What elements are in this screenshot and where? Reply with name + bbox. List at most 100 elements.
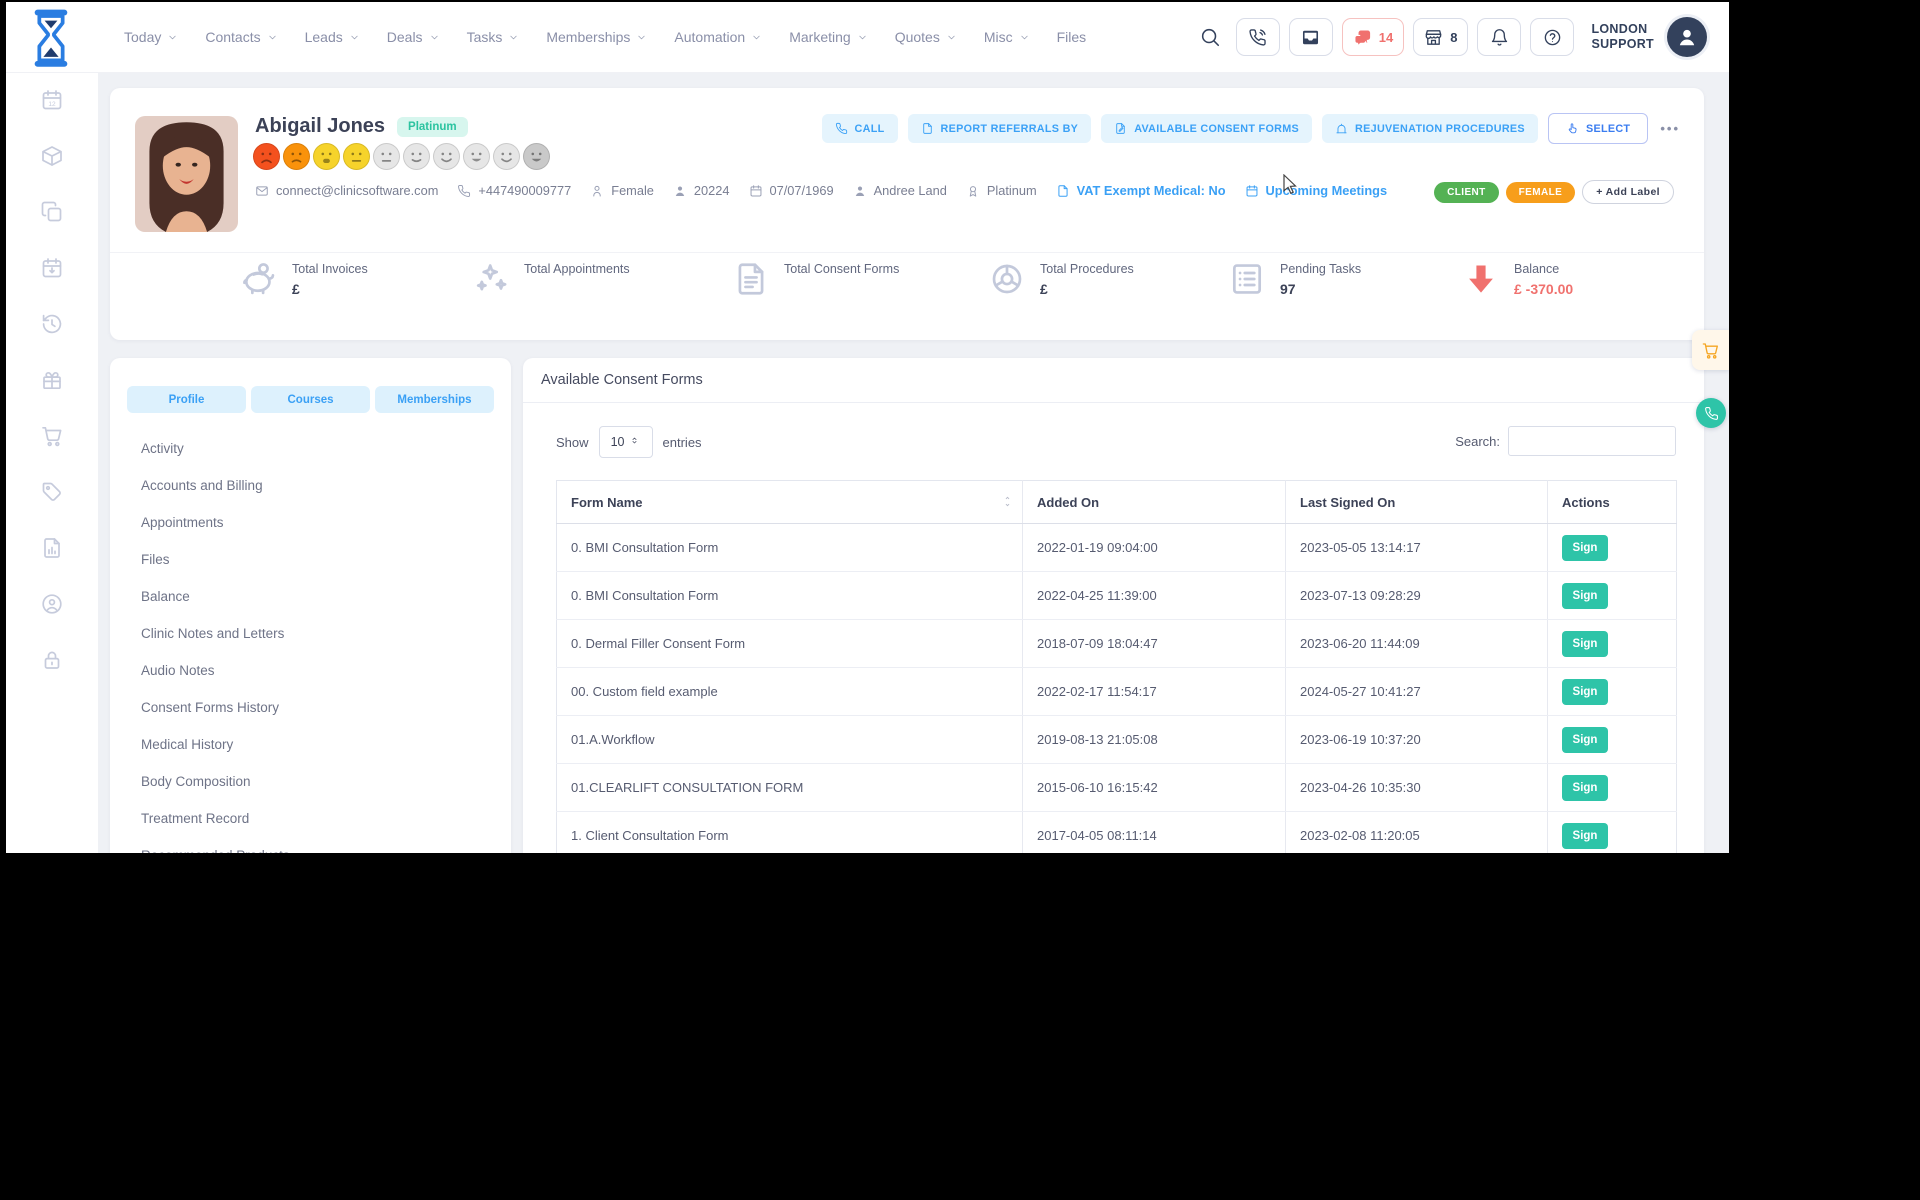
sidebar-cube[interactable]: [6, 128, 98, 184]
cell-form-name: 0. BMI Consultation Form: [556, 571, 1023, 620]
sidebar-tag[interactable]: [6, 464, 98, 520]
tab-profile[interactable]: Profile: [127, 386, 246, 413]
rating-face-4-icon[interactable]: [343, 143, 370, 170]
sidebar-copy[interactable]: [6, 184, 98, 240]
nav-item-leads[interactable]: Leads: [305, 29, 360, 45]
rejuvenation-procedures-button[interactable]: REJUVENATION PROCEDURES: [1322, 114, 1538, 143]
rating-face-8-icon[interactable]: [463, 143, 490, 170]
sidebar-calendar-12[interactable]: 12: [6, 72, 98, 128]
menu-item-accounts-and-billing[interactable]: Accounts and Billing: [141, 475, 290, 497]
menu-item-appointments[interactable]: Appointments: [141, 512, 290, 534]
nav-item-tasks[interactable]: Tasks: [467, 29, 520, 45]
sidebar-gift[interactable]: [6, 352, 98, 408]
chevron-down-icon: [636, 32, 647, 43]
rating-face-5-icon[interactable]: [373, 143, 400, 170]
sign-button[interactable]: Sign: [1562, 534, 1608, 561]
nav-item-misc[interactable]: Misc: [984, 29, 1030, 45]
cart-float-button[interactable]: [1692, 330, 1729, 370]
sign-button[interactable]: Sign: [1562, 582, 1608, 609]
arrow-down-icon: [1462, 260, 1500, 298]
column-header-added-on[interactable]: Added On: [1022, 480, 1286, 524]
piggy-icon: [240, 260, 278, 298]
calendar-in-icon: [40, 256, 64, 280]
nav-item-quotes[interactable]: Quotes: [895, 29, 957, 45]
entries-select[interactable]: 10: [598, 426, 653, 458]
add-label-button[interactable]: + Add Label: [1582, 180, 1674, 204]
menu-item-audio-notes[interactable]: Audio Notes: [141, 660, 290, 682]
rating-face-9-icon[interactable]: [493, 143, 520, 170]
menu-item-treatment-record[interactable]: Treatment Record: [141, 808, 290, 830]
menu-item-activity[interactable]: Activity: [141, 438, 290, 460]
sidebar-cart[interactable]: [6, 408, 98, 464]
nav-item-today[interactable]: Today: [124, 29, 178, 45]
nav-item-automation[interactable]: Automation: [674, 29, 762, 45]
clinicsoftware-logo-icon[interactable]: [30, 9, 72, 67]
contact-vat-exempt-medical-no[interactable]: VAT Exempt Medical: No: [1056, 183, 1226, 198]
sign-button[interactable]: Sign: [1562, 822, 1608, 849]
dialer-button[interactable]: [1235, 18, 1280, 56]
nav-item-marketing[interactable]: Marketing: [789, 29, 867, 45]
tab-courses[interactable]: Courses: [251, 386, 370, 413]
menu-item-recommended-products[interactable]: Recommended Products: [141, 845, 290, 853]
sign-button[interactable]: Sign: [1562, 678, 1608, 705]
table-row: 1. Client Consultation Form 2017-04-05 08…: [556, 811, 1677, 853]
nav-item-deals[interactable]: Deals: [387, 29, 440, 45]
menu-item-clinic-notes-and-letters[interactable]: Clinic Notes and Letters: [141, 623, 290, 645]
stat-label: Pending Tasks: [1280, 262, 1362, 276]
sidebar-calendar-in[interactable]: [6, 240, 98, 296]
topbar: Today Contacts Leads Deals Tasks Memberships A…: [6, 2, 1729, 73]
notifications-button[interactable]: [1477, 18, 1522, 56]
available-consent-forms-button[interactable]: AVAILABLE CONSENT FORMS: [1101, 114, 1313, 143]
sidebar-report[interactable]: [6, 520, 98, 576]
cube-icon: [40, 144, 64, 168]
nav-item-files[interactable]: Files: [1057, 29, 1087, 45]
rating-face-10-icon[interactable]: [523, 143, 550, 170]
sign-button[interactable]: Sign: [1562, 774, 1608, 801]
nav-item-memberships[interactable]: Memberships: [546, 29, 647, 45]
stat-label: Total Appointments: [524, 262, 630, 276]
select-button[interactable]: SELECT: [1547, 113, 1649, 144]
app-window: Today Contacts Leads Deals Tasks Memberships A…: [6, 2, 1729, 853]
gender-badge: FEMALE: [1505, 181, 1576, 203]
inbox-button[interactable]: [1288, 18, 1333, 56]
shop-button[interactable]: 8: [1413, 18, 1469, 56]
search-input[interactable]: [1508, 426, 1676, 456]
sign-button[interactable]: Sign: [1562, 630, 1608, 657]
sidebar-support[interactable]: [6, 576, 98, 632]
nav-label: Automation: [674, 29, 746, 45]
nav-label: Misc: [983, 29, 1013, 45]
rating-face-6-icon[interactable]: [403, 143, 430, 170]
menu-item-body-composition[interactable]: Body Composition: [141, 771, 290, 793]
search-icon[interactable]: [1199, 26, 1221, 48]
menu-item-medical-history[interactable]: Medical History: [141, 734, 290, 756]
report-referrals-by-button[interactable]: REPORT REFERRALS BY: [907, 114, 1092, 143]
sidebar-history[interactable]: [6, 296, 98, 352]
rating-face-7-icon[interactable]: [433, 143, 460, 170]
user-avatar[interactable]: [1667, 17, 1707, 57]
menu-item-files[interactable]: Files: [141, 549, 290, 571]
column-header-last-signed-on[interactable]: Last Signed On: [1285, 480, 1548, 524]
sidebar-lock[interactable]: [6, 632, 98, 688]
column-header-form-name[interactable]: Form Name: [556, 480, 1023, 524]
phone-icon: [835, 122, 848, 135]
call-button[interactable]: CALL: [821, 114, 898, 143]
nav-item-contacts[interactable]: Contacts: [205, 29, 277, 45]
messages-button[interactable]: 14: [1341, 18, 1405, 56]
client-labels: CLIENT FEMALE + Add Label: [1434, 180, 1674, 204]
tab-memberships[interactable]: Memberships: [375, 386, 494, 413]
history-icon: [40, 312, 64, 336]
messages-count: 14: [1378, 29, 1394, 45]
rating-face-3-icon[interactable]: [313, 143, 340, 170]
sign-button[interactable]: Sign: [1562, 726, 1608, 753]
rating-face-2-icon[interactable]: [283, 143, 310, 170]
more-actions-button[interactable]: •••: [1658, 113, 1682, 144]
rating-face-1-icon[interactable]: [253, 143, 280, 170]
menu-item-balance[interactable]: Balance: [141, 586, 290, 608]
contact-upcoming-meetings[interactable]: Upcoming Meetings: [1245, 183, 1387, 198]
menu-item-consent-forms-history[interactable]: Consent Forms History: [141, 697, 290, 719]
contact-female: Female: [590, 183, 654, 198]
help-button[interactable]: [1530, 18, 1575, 56]
phone-float-button[interactable]: [1696, 398, 1726, 428]
cell-added-on: 2018-07-09 18:04:47: [1022, 619, 1286, 668]
question-icon: [1543, 28, 1562, 47]
